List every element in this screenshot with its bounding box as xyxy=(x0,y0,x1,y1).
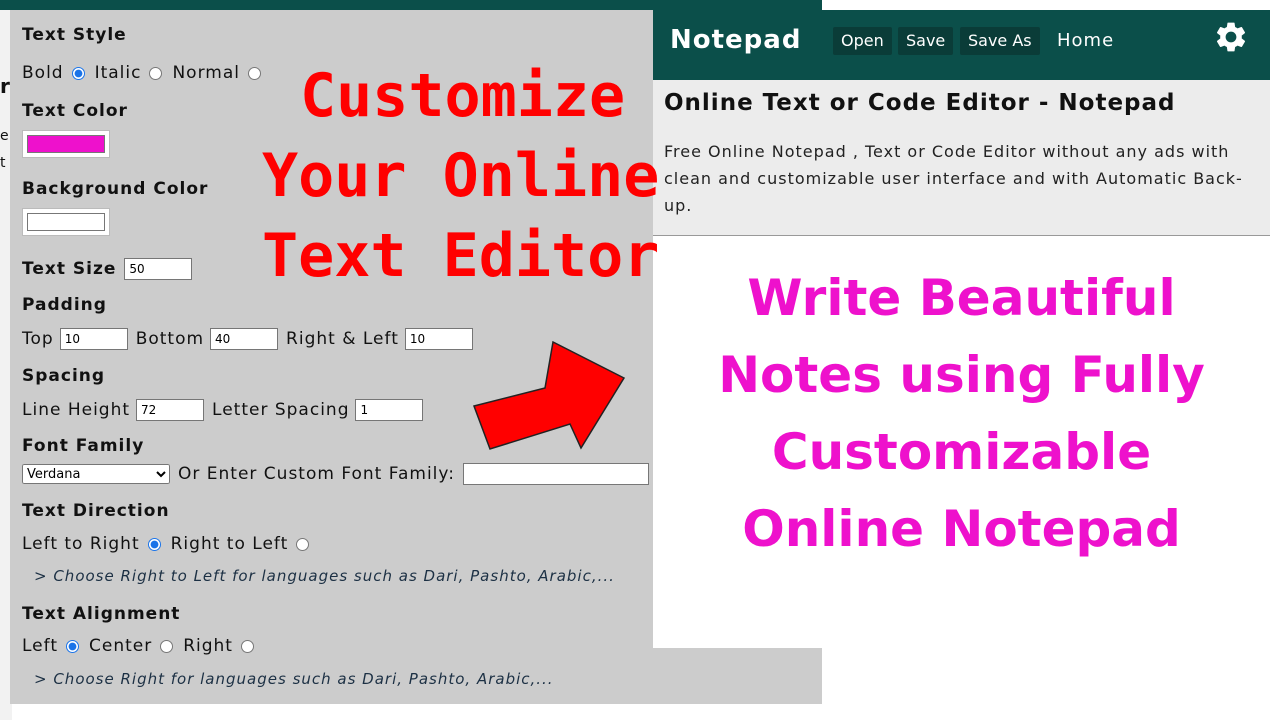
spacing-heading: Spacing xyxy=(22,366,106,386)
background-glyph: e xyxy=(0,128,9,144)
rtl-label: Right to Left xyxy=(170,534,289,554)
align-right-radio[interactable] xyxy=(240,639,254,653)
ltr-label: Left to Right xyxy=(22,534,140,554)
home-link[interactable]: Home xyxy=(1057,30,1114,51)
text-direction-note: > Choose Right to Left for languages suc… xyxy=(34,567,615,585)
text-color-heading: Text Color xyxy=(22,101,128,121)
text-style-heading: Text Style xyxy=(22,25,127,45)
font-family-row: Verdana Or Enter Custom Font Family: xyxy=(22,463,649,485)
normal-label: Normal xyxy=(172,63,240,83)
editor-line: Customizable xyxy=(771,423,1152,481)
text-alignment-note: > Choose Right for languages such as Dar… xyxy=(34,670,554,688)
headline-line: Text Editor xyxy=(262,221,660,291)
gear-icon[interactable] xyxy=(1213,19,1249,55)
padding-bottom-input[interactable] xyxy=(210,328,279,350)
open-button[interactable]: Open xyxy=(833,27,892,55)
line-height-input[interactable] xyxy=(136,399,205,421)
align-right-label: Right xyxy=(183,636,233,656)
editor-line: Online Notepad xyxy=(742,500,1181,558)
spacing-row: Line Height Letter Spacing xyxy=(22,399,431,421)
align-left-label: Left xyxy=(22,636,58,656)
padding-bottom-label: Bottom xyxy=(135,329,205,349)
editor-line: Notes using Fully xyxy=(718,346,1205,404)
background-color-heading: Background Color xyxy=(22,179,209,199)
text-style-options: Bold Italic Normal xyxy=(22,63,271,83)
save-button[interactable]: Save xyxy=(898,27,954,55)
save-as-button[interactable]: Save As xyxy=(960,27,1040,55)
background-glyph: r xyxy=(0,74,10,98)
text-color-swatch xyxy=(27,135,105,153)
bold-radio[interactable] xyxy=(71,66,85,80)
padding-row: Top Bottom Right & Left xyxy=(22,328,481,350)
padding-heading: Padding xyxy=(22,295,107,315)
text-alignment-heading: Text Alignment xyxy=(22,604,181,624)
notepad-brand[interactable]: Notepad xyxy=(670,25,801,55)
notepad-window: Notepad Open Save Save As Home Online Te… xyxy=(653,10,1270,648)
text-size-label: Text Size xyxy=(22,259,117,279)
background-glyph: t xyxy=(0,155,6,171)
notepad-info: Online Text or Code Editor - Notepad Fre… xyxy=(653,80,1270,236)
custom-font-label: Or Enter Custom Font Family: xyxy=(178,464,455,484)
line-height-label: Line Height xyxy=(22,400,131,420)
font-family-heading: Font Family xyxy=(22,436,145,456)
align-center-label: Center xyxy=(88,636,153,656)
bold-label: Bold xyxy=(22,63,64,83)
notepad-description: Free Online Notepad , Text or Code Edito… xyxy=(664,142,1243,215)
notepad-title: Online Text or Code Editor - Notepad xyxy=(664,90,1176,116)
padding-rl-label: Right & Left xyxy=(286,329,399,349)
text-color-picker[interactable] xyxy=(22,130,110,158)
align-left-radio[interactable] xyxy=(65,639,79,653)
text-direction-options: Left to Right Right to Left xyxy=(22,534,319,554)
letter-spacing-label: Letter Spacing xyxy=(212,400,350,420)
headline-line: Customize xyxy=(300,61,626,131)
padding-top-label: Top xyxy=(22,329,54,349)
ltr-radio[interactable] xyxy=(147,537,161,551)
arrow-right-icon xyxy=(473,340,626,450)
headline-line: Your Online xyxy=(262,141,660,211)
editor-line: Write Beautiful xyxy=(747,269,1176,327)
notepad-header: Notepad Open Save Save As Home xyxy=(653,10,1270,80)
italic-label: Italic xyxy=(94,63,142,83)
rtl-radio[interactable] xyxy=(296,537,310,551)
background-color-swatch xyxy=(27,213,105,231)
letter-spacing-input[interactable] xyxy=(355,399,424,421)
custom-font-input[interactable] xyxy=(462,463,649,485)
padding-rl-input[interactable] xyxy=(404,328,473,350)
notepad-editor[interactable]: Write Beautiful Notes using Fully Custom… xyxy=(653,260,1270,568)
text-size-input[interactable] xyxy=(124,258,193,280)
text-size-row: Text Size xyxy=(22,258,200,280)
text-alignment-options: Left Center Right xyxy=(22,636,264,656)
background-app-header xyxy=(0,0,822,10)
normal-radio[interactable] xyxy=(247,66,261,80)
align-center-radio[interactable] xyxy=(160,639,174,653)
background-color-picker[interactable] xyxy=(22,208,110,236)
font-family-select[interactable]: Verdana xyxy=(22,464,170,484)
text-direction-heading: Text Direction xyxy=(22,501,170,521)
italic-radio[interactable] xyxy=(149,66,163,80)
padding-top-input[interactable] xyxy=(59,328,128,350)
